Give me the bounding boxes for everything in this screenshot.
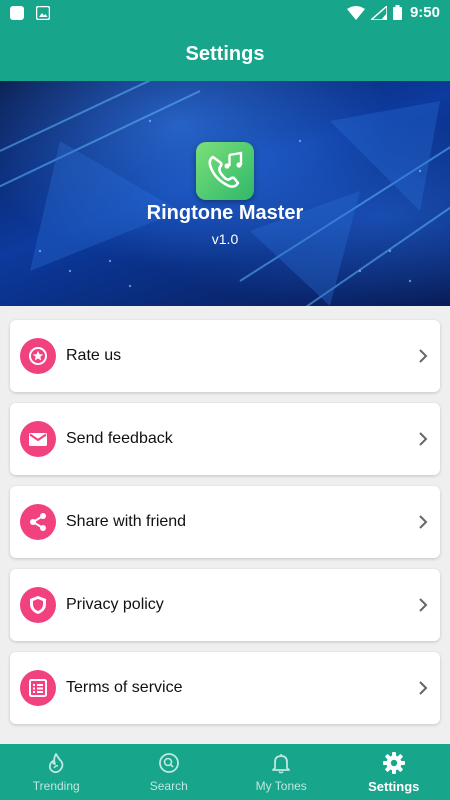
menu-item-rate-us[interactable]: Rate us	[10, 320, 440, 392]
nav-label: Search	[149, 779, 188, 793]
phone-music-icon	[208, 151, 243, 188]
page-title: Settings	[185, 43, 265, 65]
clock: 9:50	[409, 4, 440, 21]
signal-icon	[370, 5, 387, 20]
menu-item-send-feedback[interactable]: Send feedback	[10, 403, 440, 475]
menu-item-label: Privacy policy	[66, 596, 164, 613]
gear-icon	[382, 752, 405, 774]
nav-tab-my-tones[interactable]: My Tones	[225, 744, 338, 800]
bell-icon	[272, 754, 291, 774]
mail-icon	[20, 421, 56, 457]
chevron-right-icon	[419, 432, 428, 446]
menu-item-privacy-policy[interactable]: Privacy policy	[10, 569, 440, 641]
battery-icon	[392, 5, 402, 20]
share-icon	[20, 504, 56, 540]
nav-label: My Tones	[255, 779, 307, 793]
flame-icon	[49, 753, 64, 774]
chevron-right-icon	[419, 681, 428, 695]
nav-tab-search[interactable]: Search	[113, 744, 226, 800]
menu-item-label: Send feedback	[66, 430, 173, 447]
wifi-icon	[346, 5, 365, 20]
chevron-right-icon	[419, 515, 428, 529]
search-icon	[158, 753, 179, 773]
nav-label: Settings	[368, 779, 420, 794]
chevron-right-icon	[419, 598, 428, 612]
shield-icon	[20, 587, 56, 623]
document-icon	[20, 670, 56, 706]
app-bar: Settings	[0, 28, 450, 81]
app-version: v1.0	[211, 231, 239, 247]
notification-icon	[10, 6, 24, 20]
app-name: Ringtone Master	[146, 202, 304, 224]
status-bar: 9:50	[0, 0, 450, 28]
menu-item-share-with-friend[interactable]: Share with friend	[10, 486, 440, 558]
nav-tab-settings[interactable]: Settings	[338, 744, 450, 800]
nav-label: Trending	[32, 779, 80, 793]
menu-item-label: Rate us	[66, 347, 122, 364]
menu-item-terms-of-service[interactable]: Terms of service	[10, 652, 440, 724]
star-icon	[20, 338, 56, 374]
app-banner: Ringtone Master v1.0	[0, 81, 450, 306]
menu-item-label: Share with friend	[66, 513, 187, 530]
chevron-right-icon	[419, 349, 428, 363]
bottom-navigation: Trending Search My Tones Settings	[0, 744, 450, 800]
gallery-icon	[36, 6, 50, 20]
app-logo	[196, 142, 254, 200]
menu-item-label: Terms of service	[66, 679, 183, 696]
nav-tab-trending[interactable]: Trending	[0, 744, 113, 800]
